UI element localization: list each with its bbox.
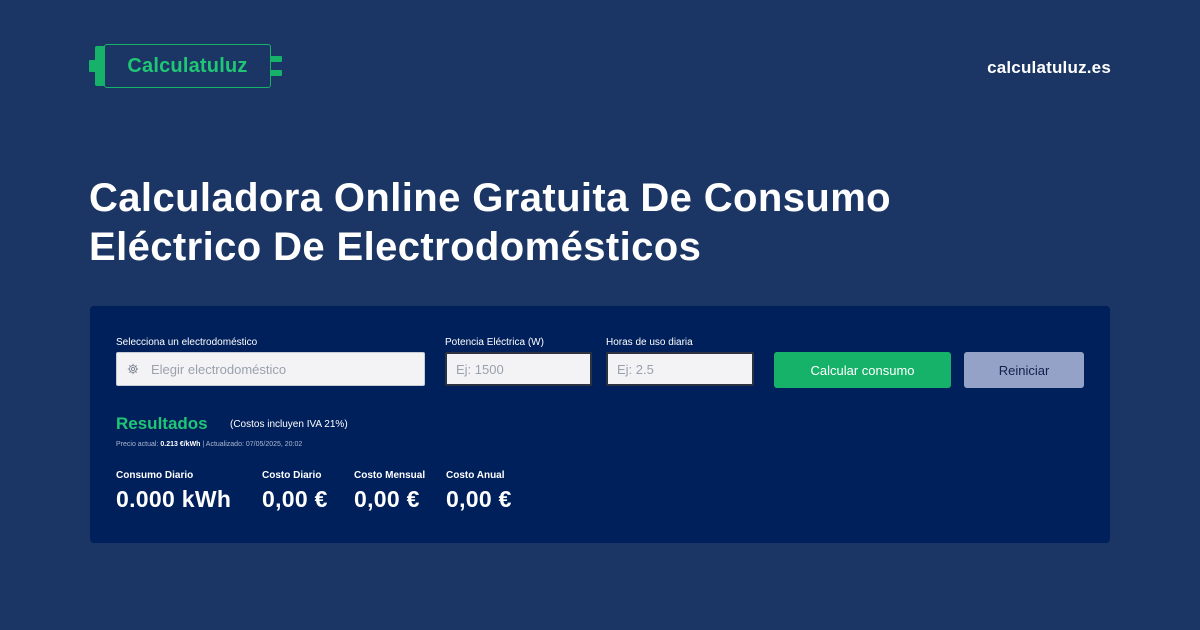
hours-label: Horas de uso diaria xyxy=(606,337,693,348)
appliance-select-placeholder: Elegir electrodoméstico xyxy=(151,361,287,377)
reset-button[interactable]: Reiniciar xyxy=(964,352,1084,388)
stat-value-daily-cost: 0,00 € xyxy=(262,486,328,512)
logo-text: Calculatuluz xyxy=(127,54,248,77)
power-input-placeholder: Ej: 1500 xyxy=(456,361,504,377)
stat-label-daily-cost: Costo Diario xyxy=(262,470,322,481)
hours-input[interactable]: Ej: 2.5 xyxy=(606,352,754,386)
stat-label-annual-cost: Costo Anual xyxy=(446,470,505,481)
price-prefix: Precio actual: xyxy=(116,441,159,448)
calculator-panel: Selecciona un electrodoméstico Elegir el… xyxy=(90,306,1110,543)
price-info: Precio actual: 0.213 €/kWh | Actualizado… xyxy=(116,441,302,448)
stat-value-daily-consumption: 0.000 kWh xyxy=(116,486,232,512)
price-value: 0.213 €/kWh xyxy=(160,441,201,448)
appliance-select[interactable]: Elegir electrodoméstico xyxy=(116,352,425,386)
calculate-button[interactable]: Calcular consumo xyxy=(774,352,951,388)
plug-pin-icon xyxy=(270,56,282,62)
stat-label-daily-consumption: Consumo Diario xyxy=(116,470,194,481)
power-label: Potencia Eléctrica (W) xyxy=(445,337,544,348)
hours-input-placeholder: Ej: 2.5 xyxy=(617,361,654,377)
page-title-line-2: Eléctrico De Electrodomésticos xyxy=(89,225,702,269)
price-updated: | Actualizado: 07/05/2025, 20:02 xyxy=(202,441,303,448)
page: Calculatuluz calculatuluz.es Calculadora… xyxy=(0,0,1200,630)
stat-label-monthly-cost: Costo Mensual xyxy=(354,470,426,481)
site-url-link[interactable]: calculatuluz.es xyxy=(987,58,1111,78)
power-input[interactable]: Ej: 1500 xyxy=(445,352,592,386)
stat-value-monthly-cost: 0,00 € xyxy=(354,486,420,512)
results-tax-note: (Costos incluyen IVA 21%) xyxy=(230,419,348,430)
gear-icon xyxy=(127,363,139,375)
stat-value-annual-cost: 0,00 € xyxy=(446,486,512,512)
plug-pin-icon xyxy=(270,70,282,76)
results-title: Resultados xyxy=(116,414,208,433)
page-title-line-1: Calculadora Online Gratuita De Consumo xyxy=(89,176,891,220)
page-title: Calculadora Online Gratuita De Consumo E… xyxy=(89,174,1109,272)
logo-frame: Calculatuluz xyxy=(104,44,271,88)
logo[interactable]: Calculatuluz xyxy=(89,44,283,88)
appliance-label: Selecciona un electrodoméstico xyxy=(116,337,258,348)
